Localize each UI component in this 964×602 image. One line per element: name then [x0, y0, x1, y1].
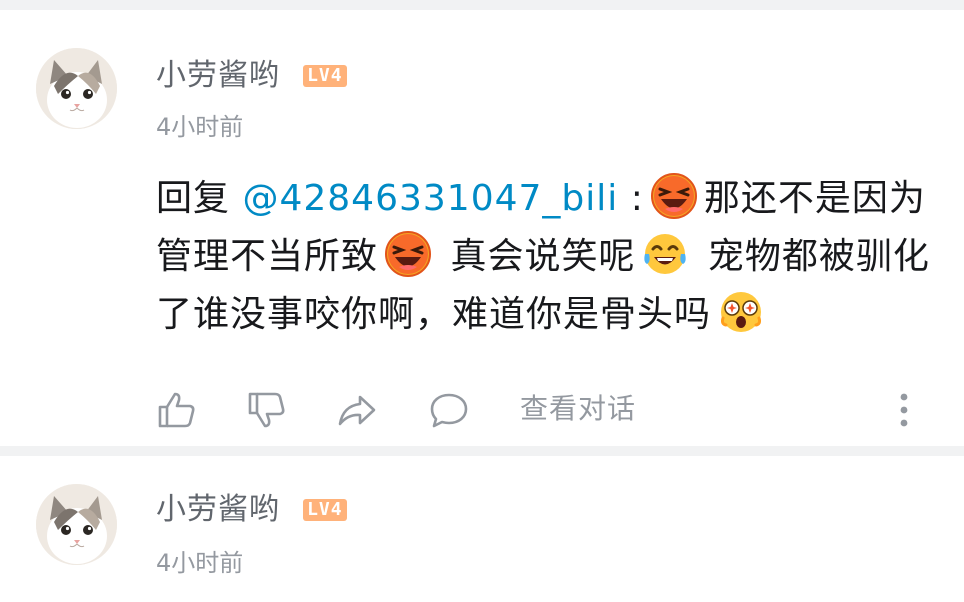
comment-item: 小劳酱哟 LV4 4小时前 回复 @42846331047_bili : 那还不是… — [0, 10, 964, 446]
level-badge: LV4 — [303, 65, 347, 87]
tears-of-joy-emoji — [641, 230, 689, 278]
avatar[interactable] — [36, 48, 117, 129]
speech-bubble-icon[interactable] — [428, 389, 470, 431]
star-struck-emoji — [717, 288, 765, 336]
thumbs-up-icon[interactable] — [156, 389, 198, 431]
laughing-face-emoji — [650, 172, 698, 220]
thumbs-down-icon[interactable] — [246, 389, 288, 431]
timestamp: 4小时前 — [156, 549, 244, 577]
text-segment-2: 真会说笑呢 — [438, 236, 636, 277]
level-badge: LV4 — [303, 499, 347, 521]
mention-link[interactable]: @42846331047_bili — [242, 178, 618, 219]
username[interactable]: 小劳酱哟 — [156, 492, 280, 528]
username[interactable]: 小劳酱哟 — [156, 58, 280, 94]
divider — [0, 446, 964, 456]
avatar[interactable] — [36, 484, 117, 565]
divider — [0, 0, 964, 10]
comment-header: 小劳酱哟 LV4 — [156, 492, 347, 528]
colon: : — [618, 178, 644, 219]
comment-actions: 查看对话 — [156, 385, 936, 435]
comment-header: 小劳酱哟 LV4 — [156, 58, 347, 94]
comment-text: 回复 @42846331047_bili : 那还不是因为管理不当所致 真会说笑呢… — [156, 170, 946, 344]
comment-page: 小劳酱哟 LV4 4小时前 回复 @42846331047_bili : 那还不是… — [0, 0, 964, 602]
cat-avatar-image — [36, 48, 117, 129]
view-conversation-button[interactable]: 查看对话 — [520, 391, 636, 427]
comment-item: 小劳酱哟 LV4 4小时前 — [0, 456, 964, 602]
laughing-face-emoji — [384, 230, 432, 278]
cat-avatar-image — [36, 484, 117, 565]
share-arrow-icon[interactable] — [336, 389, 378, 431]
timestamp: 4小时前 — [156, 113, 244, 141]
reply-prefix: 回复 — [156, 178, 243, 219]
vertical-dots-icon[interactable] — [890, 389, 918, 431]
